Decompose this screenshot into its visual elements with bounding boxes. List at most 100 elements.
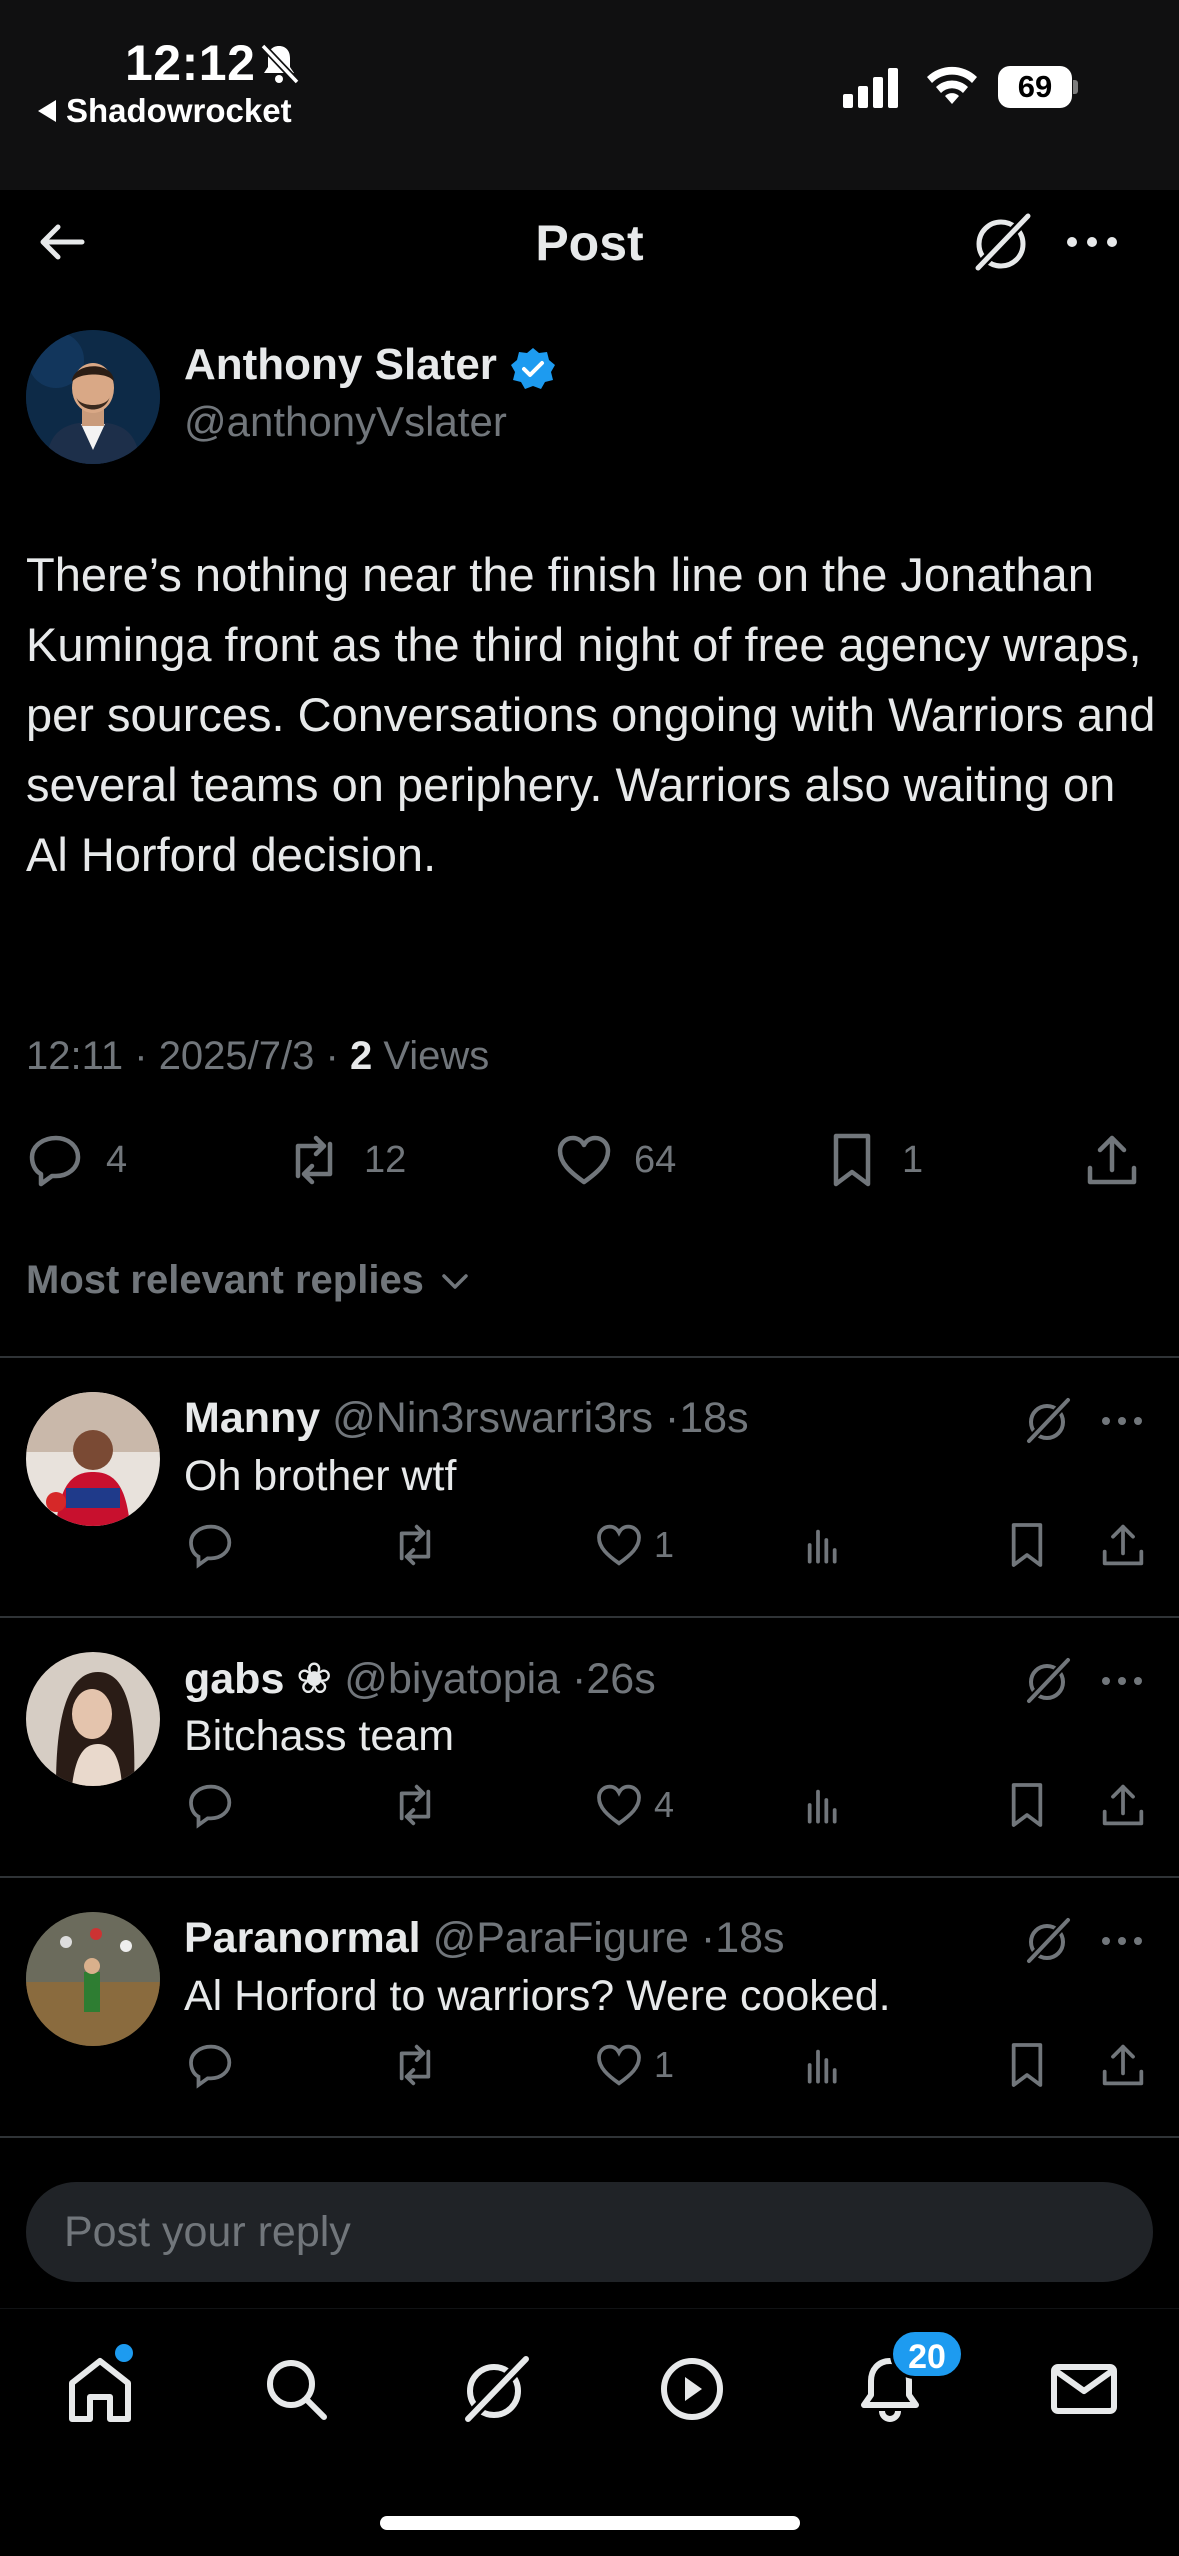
reply-icon [29,1135,81,1187]
reply-repost-button[interactable] [390,1780,440,1830]
grok-icon[interactable] [966,208,1036,278]
reply-icon [189,1784,232,1829]
home-unread-dot [115,2344,133,2362]
reply-avatar[interactable] [26,1652,160,1786]
more-options-icon[interactable] [1062,220,1122,264]
reply-header: gabs ❀ @biyatopia ·26s [184,1655,656,1703]
notifications-badge: 20 [890,2329,964,2379]
views-count: 2 [349,1034,373,1078]
reply-author-handle[interactable]: @Nin3rswarri3rs [332,1394,653,1442]
tab-search[interactable] [256,2349,336,2429]
reply-like-count: 4 [654,1784,675,1825]
reply-author-name[interactable]: Manny [184,1394,320,1442]
tab-messages[interactable] [1044,2349,1124,2429]
reply-text: Al Horford to warriors? Were cooked. [184,1972,891,2020]
reply-like-button[interactable]: 1 [594,1520,674,1570]
play-icon [661,2358,723,2420]
repost-count: 12 [364,1138,407,1181]
search-icon [267,2360,327,2420]
reply-reply-button[interactable] [186,2040,236,2090]
reply-reply-button[interactable] [186,1780,236,1830]
heart-icon [597,1784,641,1826]
repost-button[interactable]: 12 [284,1128,406,1192]
reply-share-button[interactable] [1098,1520,1148,1570]
repost-icon [295,1135,333,1185]
back-triangle-icon [38,100,56,122]
reply-icon [189,2044,232,2089]
chevron-down-icon [442,1273,468,1289]
battery-indicator: 69 [998,66,1078,108]
bookmark-button[interactable]: 1 [822,1128,923,1192]
reply-age: 26s [586,1655,656,1703]
reply-reply-button[interactable] [186,1520,236,1570]
author-handle[interactable]: @anthonyVslater [184,398,507,446]
share-button[interactable] [1082,1128,1142,1192]
bookmark-icon [1011,1783,1043,1827]
replies-sort-label: Most relevant replies [26,1258,424,1302]
more-options-icon[interactable] [1100,1406,1144,1436]
share-icon [1087,1135,1137,1185]
grok-icon[interactable] [1020,1654,1074,1708]
reply-views-button[interactable] [798,2040,848,2090]
share-icon [1102,1784,1144,1826]
reply-bookmark-button[interactable] [1002,1780,1052,1830]
back-to-app-link[interactable]: Shadowrocket [38,92,292,130]
reply-author-handle[interactable]: @ParaFigure [433,1914,689,1962]
reply-like-count: 1 [654,1524,675,1565]
reply-views-button[interactable] [798,1780,848,1830]
analytics-icon [807,2049,837,2084]
reply-item[interactable]: Paranormal @ParaFigure ·18s Al Horford t… [0,1878,1179,2138]
post-time: 12:11 [26,1034,124,1078]
grok-icon[interactable] [1020,1394,1074,1448]
heart-icon [557,1135,611,1185]
post-date: 2025/7/3 [158,1034,315,1078]
reply-views-button[interactable] [798,1520,848,1570]
reply-share-button[interactable] [1098,2040,1148,2090]
battery-level: 69 [998,66,1072,108]
reply-repost-button[interactable] [390,1520,440,1570]
reply-input[interactable]: Post your reply [26,2182,1153,2282]
reply-text: Oh brother wtf [184,1452,457,1500]
like-count: 64 [634,1138,677,1181]
reply-like-button[interactable]: 1 [594,2040,674,2090]
reply-bookmark-button[interactable] [1002,2040,1052,2090]
author-avatar[interactable] [26,330,160,464]
reply-like-button[interactable]: 4 [594,1780,674,1830]
reply-author-name[interactable]: gabs ❀ [184,1655,332,1703]
bookmark-icon [833,1133,871,1187]
share-icon [1102,1524,1144,1566]
reply-item[interactable]: gabs ❀ @biyatopia ·26s Bitchass team 4 [0,1618,1179,1878]
analytics-icon [807,1529,837,1564]
author-name[interactable]: Anthony Slater [184,340,497,390]
bell-off-icon [260,43,300,85]
bookmark-count: 1 [902,1138,924,1181]
reply-avatar[interactable] [26,1392,160,1526]
grok-icon [461,2354,531,2426]
home-indicator[interactable] [380,2516,800,2530]
reply-button[interactable]: 4 [26,1128,127,1192]
more-options-icon[interactable] [1100,1926,1144,1956]
like-button[interactable]: 64 [554,1128,676,1192]
reply-share-button[interactable] [1098,1780,1148,1830]
bookmark-icon [1011,2043,1043,2087]
share-icon [1102,2044,1144,2086]
reply-repost-button[interactable] [390,2040,440,2090]
wifi-icon [927,66,977,104]
divider [0,2136,1179,2138]
grok-icon[interactable] [1020,1914,1074,1968]
reply-age: 18s [679,1394,749,1442]
more-options-icon[interactable] [1100,1666,1144,1696]
tab-video[interactable] [652,2349,732,2429]
reply-item[interactable]: Manny @Nin3rswarri3rs ·18s Oh brother wt… [0,1358,1179,1618]
tab-grok[interactable] [454,2349,534,2429]
heart-icon [597,2044,641,2086]
reply-author-name[interactable]: Paranormal [184,1914,421,1962]
reply-avatar[interactable] [26,1912,160,2046]
bookmark-icon [1011,1523,1043,1567]
reply-author-handle[interactable]: @biyatopia [344,1655,560,1703]
mail-icon [1051,2364,1117,2414]
replies-sort-dropdown[interactable]: Most relevant replies [26,1258,472,1303]
reply-bookmark-button[interactable] [1002,1520,1052,1570]
reply-icon [189,1524,232,1569]
views-label: Views [383,1034,490,1078]
